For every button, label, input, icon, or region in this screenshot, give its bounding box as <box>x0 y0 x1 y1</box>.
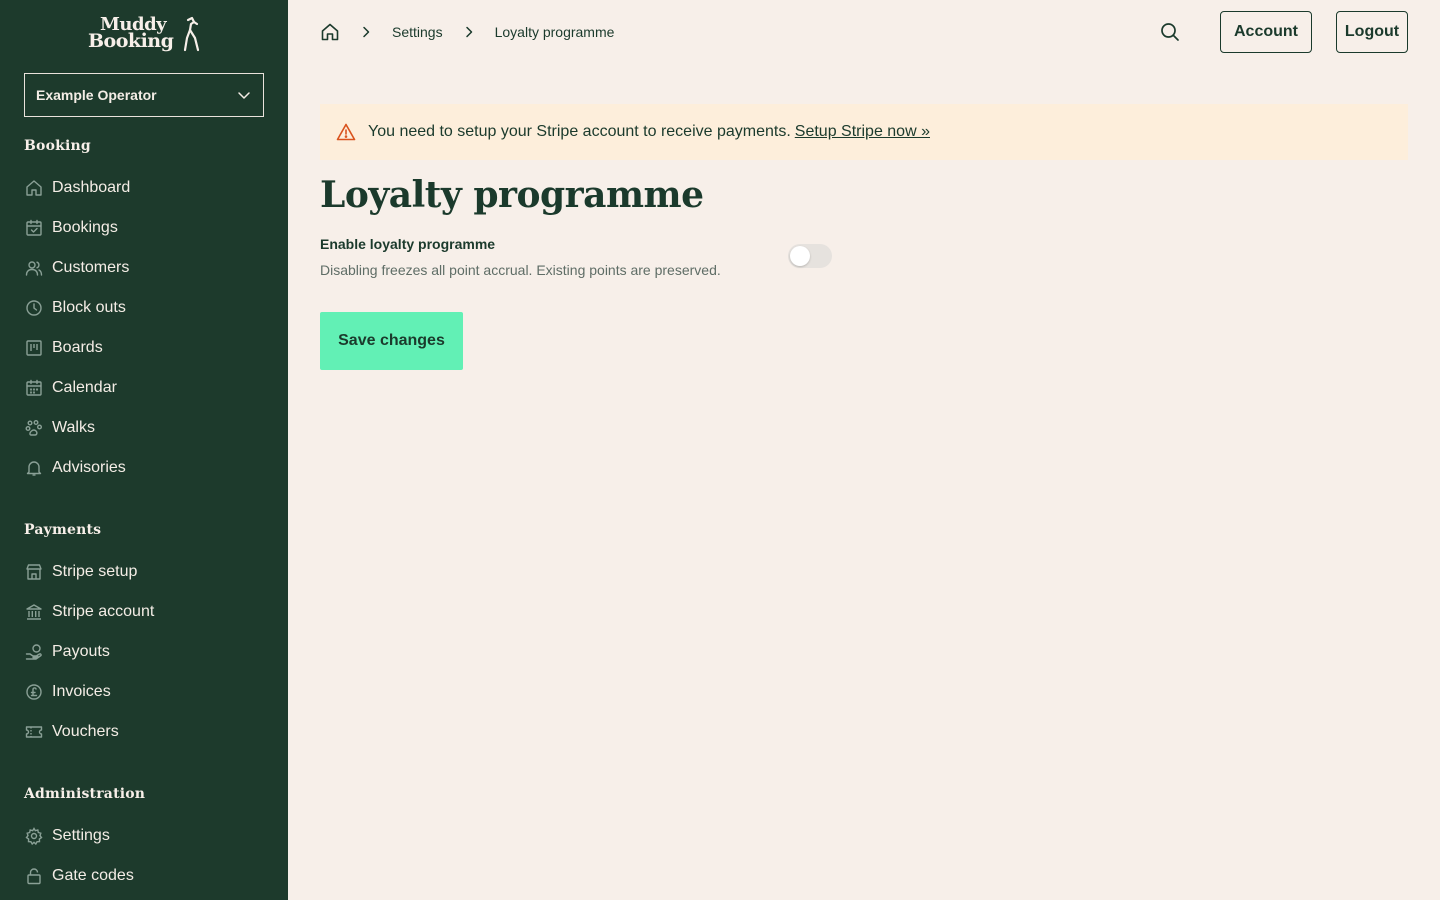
sidebar-item-label: Customers <box>52 259 130 276</box>
breadcrumb-current: Loyalty programme <box>494 24 615 40</box>
brand-line-2: Booking <box>88 30 174 52</box>
account-button[interactable]: Account <box>1220 11 1312 53</box>
ticket-icon <box>24 722 44 742</box>
dog-icon <box>183 16 200 52</box>
sidebar-item-calendar[interactable]: Calendar <box>24 372 264 404</box>
sidebar-item-stripe-setup[interactable]: Stripe setup <box>24 556 264 588</box>
alert-message: You need to setup your Stripe account to… <box>368 123 791 140</box>
section-title-payments: Payments <box>24 522 102 538</box>
sidebar-item-vouchers[interactable]: Vouchers <box>24 716 264 748</box>
sidebar-item-label: Bookings <box>52 219 118 236</box>
pound-icon <box>24 682 44 702</box>
sidebar-item-walks[interactable]: Walks <box>24 412 264 444</box>
sidebar-item-label: Vouchers <box>52 723 119 740</box>
sidebar-item-label: Settings <box>52 827 110 844</box>
sidebar-item-label: Advisories <box>52 459 126 476</box>
chevron-right-icon <box>459 22 479 42</box>
section-title-booking: Booking <box>24 138 91 154</box>
chevron-right-icon <box>356 22 376 42</box>
sidebar-item-label: Gate codes <box>52 867 134 884</box>
users-icon <box>24 258 44 278</box>
gear-icon <box>24 826 44 846</box>
warning-icon <box>336 122 356 142</box>
section-title-administration: Administration <box>24 786 146 802</box>
save-changes-button[interactable]: Save changes <box>320 312 463 370</box>
sidebar-item-dashboard[interactable]: Dashboard <box>24 172 264 204</box>
sidebar-item-stripe-account[interactable]: Stripe account <box>24 596 264 628</box>
calendar-check-icon <box>24 218 44 238</box>
sidebar-item-customers[interactable]: Customers <box>24 252 264 284</box>
payout-icon <box>24 642 44 662</box>
brand-logo[interactable]: Muddy Booking <box>86 14 204 54</box>
home-icon <box>321 23 339 41</box>
sidebar-item-label: Calendar <box>52 379 117 396</box>
loyalty-toggle-help: Disabling freezes all point accrual. Exi… <box>320 262 721 278</box>
sidebar-item-label: Walks <box>52 419 95 436</box>
board-icon <box>24 338 44 358</box>
calendar-icon <box>24 378 44 398</box>
sidebar-item-payouts[interactable]: Payouts <box>24 636 264 668</box>
search-icon <box>1161 23 1179 41</box>
sidebar-item-label: Boards <box>52 339 103 356</box>
toggle-knob <box>790 246 810 266</box>
bell-icon <box>24 458 44 478</box>
operator-select-value: Example Operator <box>36 87 157 103</box>
sidebar-item-bookings[interactable]: Bookings <box>24 212 264 244</box>
sidebar: Muddy Booking Example Operator Booking D… <box>0 0 288 900</box>
sidebar-item-label: Payouts <box>52 643 110 660</box>
bank-icon <box>24 602 44 622</box>
breadcrumb: Settings Loyalty programme <box>320 20 614 44</box>
sidebar-item-label: Block outs <box>52 299 126 316</box>
page-title: Loyalty programme <box>320 174 704 216</box>
operator-select[interactable]: Example Operator <box>24 73 264 117</box>
stripe-setup-alert: You need to setup your Stripe account to… <box>320 104 1408 160</box>
setup-stripe-link[interactable]: Setup Stripe now » <box>795 123 930 141</box>
sidebar-item-label: Invoices <box>52 683 111 700</box>
logout-button[interactable]: Logout <box>1336 11 1408 53</box>
breadcrumb-settings[interactable]: Settings <box>392 24 443 40</box>
clock-icon <box>24 298 44 318</box>
search-button[interactable] <box>1158 20 1182 44</box>
sidebar-item-invoices[interactable]: Invoices <box>24 676 264 708</box>
breadcrumb-home[interactable] <box>320 22 340 42</box>
home-icon <box>24 178 44 198</box>
store-icon <box>24 562 44 582</box>
sidebar-item-label: Stripe account <box>52 603 155 620</box>
sidebar-item-gate-codes[interactable]: Gate codes <box>24 860 264 892</box>
sidebar-item-block-outs[interactable]: Block outs <box>24 292 264 324</box>
lock-icon <box>24 866 44 886</box>
loyalty-toggle[interactable] <box>788 244 832 268</box>
loyalty-toggle-label: Enable loyalty programme <box>320 236 496 252</box>
sidebar-item-advisories[interactable]: Advisories <box>24 452 264 484</box>
sidebar-item-label: Dashboard <box>52 179 131 196</box>
sidebar-item-boards[interactable]: Boards <box>24 332 264 364</box>
chevron-down-icon <box>238 92 250 99</box>
paw-icon <box>24 418 44 438</box>
sidebar-item-settings[interactable]: Settings <box>24 820 264 852</box>
sidebar-item-label: Stripe setup <box>52 563 138 580</box>
